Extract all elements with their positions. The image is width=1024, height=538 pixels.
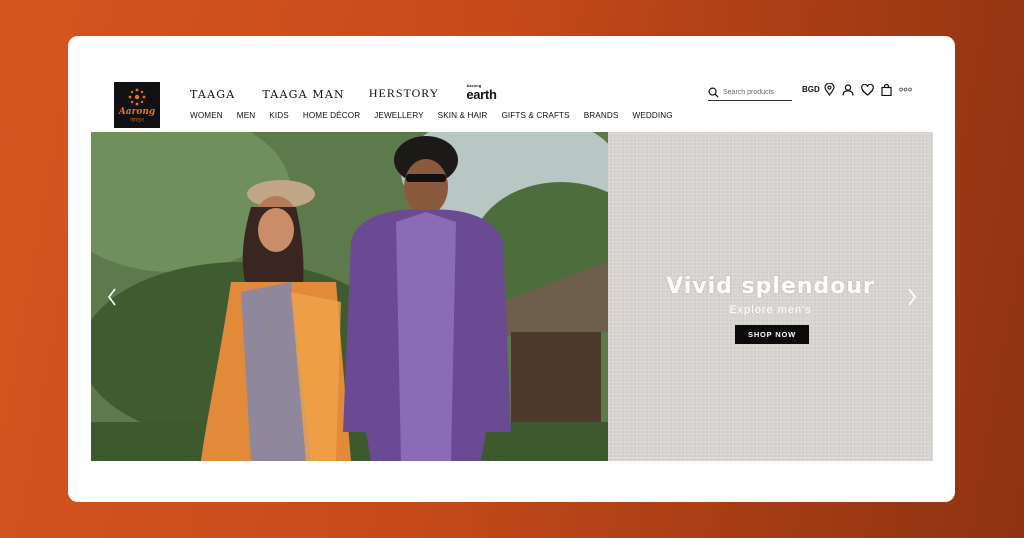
models-photo [91,132,608,461]
nav-gifts-crafts[interactable]: GIFTS & CRAFTS [501,111,569,120]
nav-brands[interactable]: BRANDS [584,111,619,120]
shop-now-button[interactable]: SHOP NOW [735,325,809,344]
brand-taaga[interactable]: TAAGA [190,88,235,101]
earth-big-label: earth [466,87,497,102]
heart-icon[interactable] [860,83,874,96]
nav-women[interactable]: WOMEN [190,111,223,120]
region-selector[interactable]: BGD [802,85,820,94]
nav-wedding[interactable]: WEDDING [632,111,672,120]
more-icon[interactable] [898,87,912,92]
user-icon[interactable] [842,83,854,96]
flower-logo-icon [128,88,146,105]
nav-jewellery[interactable]: JEWELLERY [374,111,423,120]
hero-banner[interactable]: Vivid splendour Explore men's SHOP NOW [91,132,933,461]
hero-subline: Explore men's [729,304,812,316]
search-box[interactable] [708,84,792,101]
brand-herstory[interactable]: HERSTORY [369,86,439,101]
carousel-next-button[interactable] [905,286,919,308]
category-nav: WOMEN MEN KIDS HOME DÉCOR JEWELLERY SKIN… [190,111,687,120]
carousel-prev-button[interactable] [105,286,119,308]
hero-headline: Vivid splendour [666,274,875,299]
browser-page: Aarong আড়ং TAAGA TAAGA MAN HERSTORY Aar… [68,36,955,502]
chevron-left-icon [108,288,116,306]
nav-home-decor[interactable]: HOME DÉCOR [303,111,360,120]
brand-nav: TAAGA TAAGA MAN HERSTORY Aarong earth [190,84,497,102]
chevron-right-icon [908,288,916,306]
logo-bangla: আড়ং [130,116,144,124]
logo-wordmark: Aarong [118,106,156,117]
hero-text-panel: Vivid splendour Explore men's SHOP NOW [608,132,933,461]
nav-kids[interactable]: KIDS [269,111,289,120]
brand-taaga-man[interactable]: TAAGA MAN [262,88,344,101]
nav-skin-hair[interactable]: SKIN & HAIR [438,111,488,120]
location-pin-icon[interactable] [824,83,835,96]
hero-photo[interactable] [91,132,608,461]
search-input[interactable] [719,88,789,96]
bag-icon[interactable] [881,83,892,96]
nav-men[interactable]: MEN [237,111,256,120]
search-icon [708,87,719,98]
brand-aarong-earth[interactable]: Aarong earth [466,84,497,102]
header-actions: BGD [802,83,919,96]
aarong-logo[interactable]: Aarong আড়ং [114,82,160,128]
